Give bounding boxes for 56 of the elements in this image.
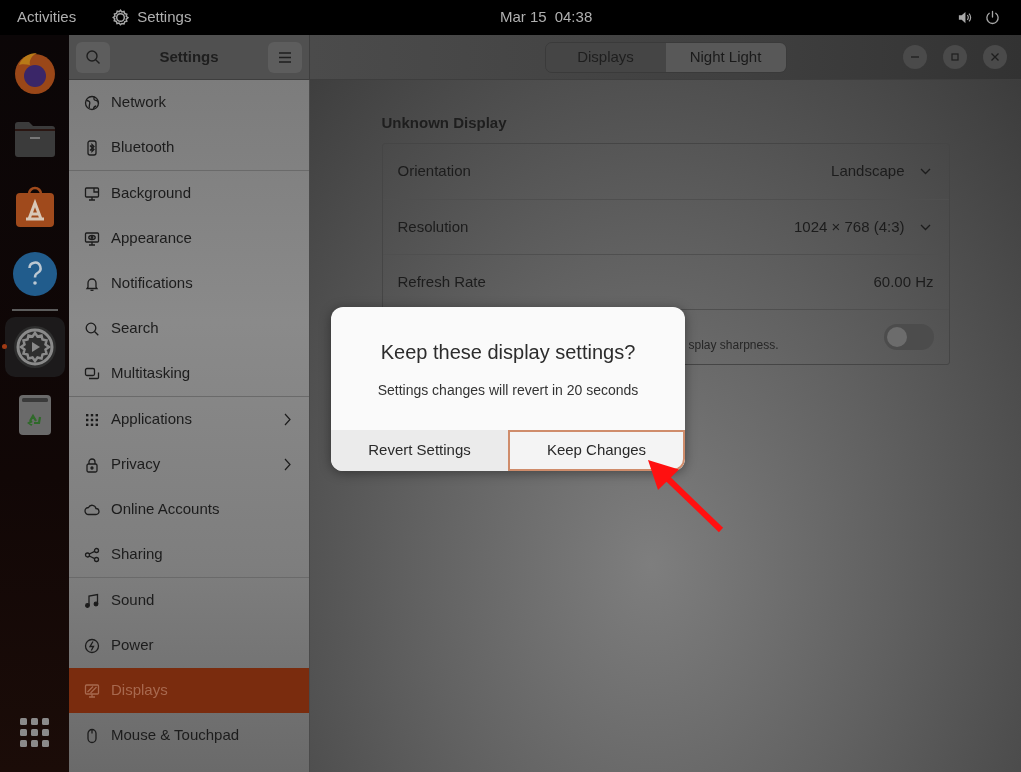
sidebar-item[interactable]: Multitasking	[69, 351, 309, 396]
dialog-message: Settings changes will revert in 20 seconds	[377, 381, 639, 399]
sidebar-item[interactable]: Network	[69, 80, 309, 125]
music-note-icon	[84, 592, 100, 609]
chevron-down-icon	[919, 168, 931, 175]
app-grid-icon[interactable]	[20, 718, 49, 747]
maximize-icon	[950, 52, 960, 62]
lock-icon	[84, 456, 100, 473]
mouse-icon	[84, 727, 100, 744]
globe-icon	[84, 94, 100, 111]
sidebar-item[interactable]: Power	[69, 623, 309, 668]
sidebar-item[interactable]: Notifications	[69, 261, 309, 306]
sidebar-item[interactable]: Sharing	[69, 532, 309, 577]
setting-description: splay sharpness.	[688, 337, 779, 354]
clock-time[interactable]: 04:38	[554, 6, 593, 29]
search-icon	[85, 49, 101, 65]
bluetooth-icon	[84, 139, 100, 156]
chevron-down-icon	[919, 223, 931, 231]
sidebar-item[interactable]: Online Accounts	[69, 487, 309, 532]
menu-icon	[279, 51, 291, 63]
menu-button[interactable]	[268, 41, 302, 73]
power-icon[interactable]	[985, 10, 1000, 25]
toggle-switch[interactable]	[883, 324, 934, 350]
gear-icon	[112, 9, 130, 26]
tab[interactable]: Night Light	[665, 42, 786, 72]
activities-button[interactable]: Activities	[17, 6, 77, 29]
share-icon	[84, 546, 100, 563]
dropdown-button[interactable]: 1024 × 768 (4:3)	[794, 215, 934, 239]
sidebar-item[interactable]: Background	[69, 171, 309, 216]
close-icon	[990, 52, 1000, 62]
clock-date[interactable]: Mar 15	[500, 6, 547, 29]
sidebar-item[interactable]: Applications	[69, 397, 309, 442]
monitor-picture-icon	[84, 185, 100, 202]
sidebar-item[interactable]: Search	[69, 306, 309, 351]
monitor-eye-icon	[84, 230, 100, 247]
app-menu[interactable]: Settings	[112, 6, 192, 29]
dialog-button[interactable]: Revert Settings	[331, 430, 508, 471]
search-button[interactable]	[76, 41, 110, 73]
grid-icon	[84, 411, 100, 428]
sidebar-item[interactable]: Sound	[69, 578, 309, 623]
power-icon	[84, 637, 100, 654]
bell-icon	[84, 275, 100, 292]
monitor-icon	[84, 682, 100, 699]
help-icon[interactable]	[10, 249, 59, 298]
dialog-button[interactable]: Keep Changes	[508, 430, 685, 471]
search-icon	[84, 320, 100, 337]
setting-label: Resolution	[397, 216, 469, 237]
dialog-title: Keep these display settings?	[380, 340, 636, 364]
sidebar-item[interactable]: Privacy	[69, 442, 309, 487]
dock-item[interactable]	[4, 316, 65, 377]
sidebar-item[interactable]: Appearance	[69, 216, 309, 261]
sidebar-item[interactable]: Mouse & Touchpad	[69, 713, 309, 758]
speaker-icon[interactable]	[957, 10, 972, 25]
sidebar-item[interactable]: Bluetooth	[69, 125, 309, 170]
setting-label: Refresh Rate	[397, 271, 486, 292]
windows-icon	[84, 365, 100, 382]
